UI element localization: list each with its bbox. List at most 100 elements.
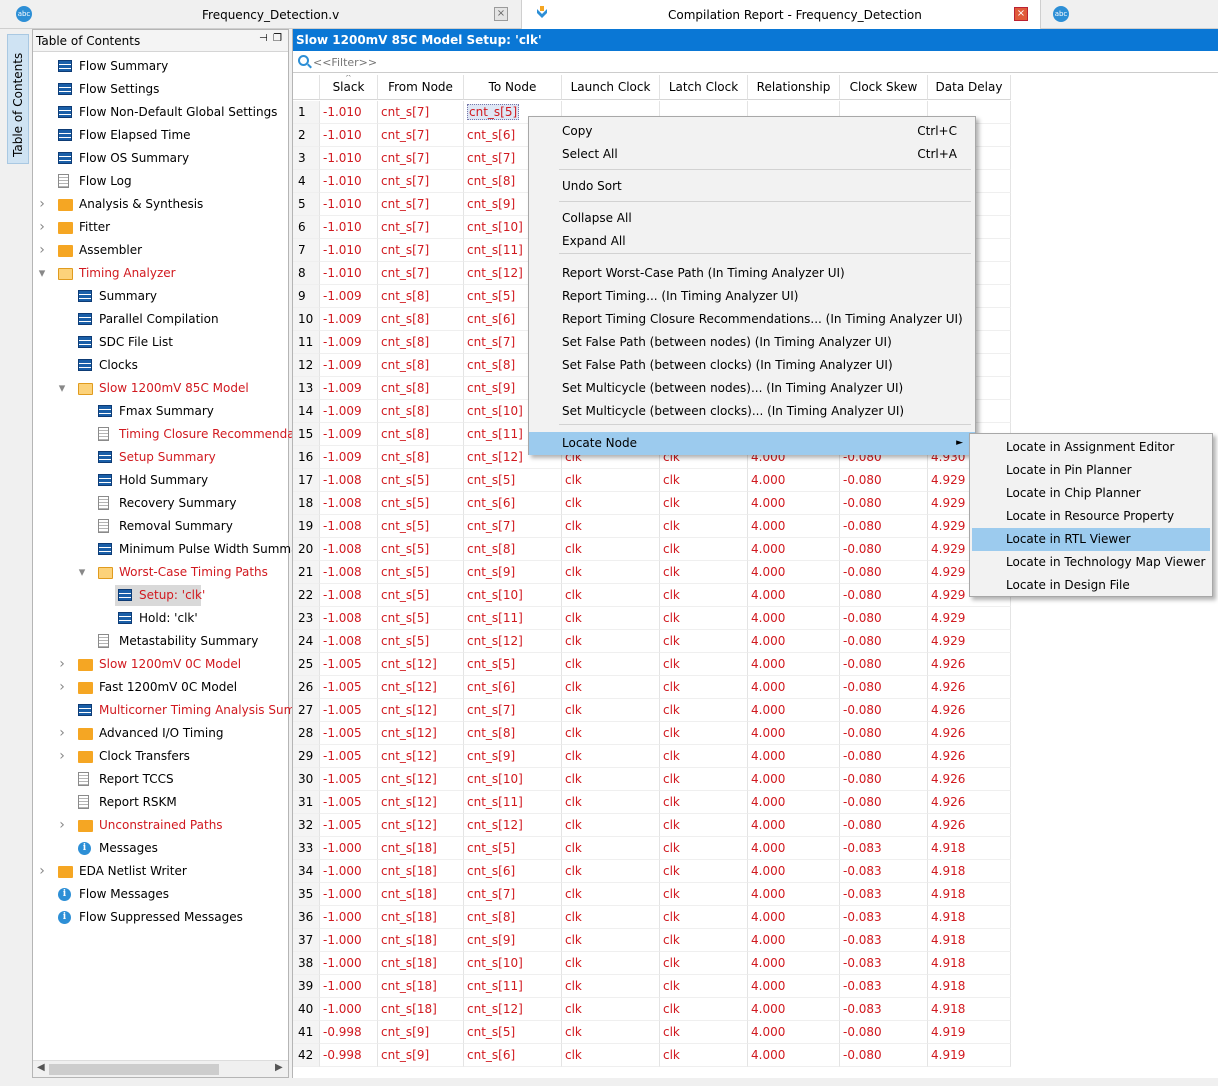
table-cell[interactable]: clk bbox=[660, 1021, 748, 1044]
table-cell[interactable]: cnt_s[8] bbox=[378, 354, 464, 377]
table-cell[interactable]: -1.010 bbox=[320, 170, 378, 193]
table-cell[interactable]: -0.080 bbox=[840, 515, 928, 538]
row-number[interactable]: 30 bbox=[293, 768, 320, 791]
table-cell[interactable]: cnt_s[7] bbox=[378, 101, 464, 124]
context-menu-item[interactable]: Copy Ctrl+C bbox=[529, 120, 975, 143]
table-cell[interactable]: clk bbox=[562, 653, 660, 676]
table-cell[interactable]: clk bbox=[660, 837, 748, 860]
table-cell[interactable]: -1.009 bbox=[320, 308, 378, 331]
toc-item[interactable]: Flow Summary bbox=[33, 55, 288, 78]
toc-item[interactable]: Clocks bbox=[33, 354, 288, 377]
close-tab-icon[interactable]: × bbox=[494, 7, 508, 21]
table-cell[interactable]: 4.918 bbox=[928, 952, 1011, 975]
row-number[interactable]: 2 bbox=[293, 124, 320, 147]
table-cell[interactable]: -0.080 bbox=[840, 676, 928, 699]
table-cell[interactable]: -1.000 bbox=[320, 906, 378, 929]
toc-item[interactable]: Metastability Summary bbox=[33, 630, 288, 653]
toc-item[interactable]: Minimum Pulse Width Summar bbox=[33, 538, 303, 561]
toc-item[interactable]: Multicorner Timing Analysis Summ bbox=[33, 699, 307, 722]
table-cell[interactable]: clk bbox=[562, 975, 660, 998]
table-cell[interactable]: -1.005 bbox=[320, 814, 378, 837]
toc-item[interactable]: Removal Summary bbox=[33, 515, 288, 538]
table-cell[interactable]: clk bbox=[660, 538, 748, 561]
submenu-item[interactable]: Locate in Pin Planner bbox=[972, 459, 1210, 482]
table-cell[interactable]: -1.000 bbox=[320, 975, 378, 998]
row-number[interactable]: 14 bbox=[293, 400, 320, 423]
table-cell[interactable]: cnt_s[5] bbox=[378, 584, 464, 607]
table-cell[interactable]: 4.000 bbox=[748, 676, 840, 699]
table-cell[interactable]: -0.080 bbox=[840, 699, 928, 722]
table-cell[interactable]: clk bbox=[660, 906, 748, 929]
context-menu-item[interactable]: Report Worst-Case Path (In Timing Analyz… bbox=[529, 262, 975, 285]
table-cell[interactable]: -0.083 bbox=[840, 860, 928, 883]
toc-item[interactable]: Hold: 'clk' bbox=[33, 607, 288, 630]
table-cell[interactable]: cnt_s[5] bbox=[464, 653, 562, 676]
table-cell[interactable]: 4.000 bbox=[748, 860, 840, 883]
table-cell[interactable]: 4.000 bbox=[748, 975, 840, 998]
table-cell[interactable]: -1.009 bbox=[320, 377, 378, 400]
table-cell[interactable]: -1.000 bbox=[320, 998, 378, 1021]
row-number[interactable]: 27 bbox=[293, 699, 320, 722]
toc-item[interactable]: i Flow Suppressed Messages bbox=[33, 906, 288, 929]
toc-item[interactable]: › Clock Transfers bbox=[33, 745, 288, 768]
table-cell[interactable]: clk bbox=[562, 515, 660, 538]
table-cell[interactable]: clk bbox=[562, 630, 660, 653]
table-cell[interactable]: cnt_s[12] bbox=[378, 814, 464, 837]
table-cell[interactable]: cnt_s[12] bbox=[464, 814, 562, 837]
table-cell[interactable]: cnt_s[8] bbox=[464, 538, 562, 561]
table-cell[interactable]: cnt_s[8] bbox=[378, 331, 464, 354]
table-cell[interactable]: cnt_s[12] bbox=[378, 699, 464, 722]
row-number[interactable]: 8 bbox=[293, 262, 320, 285]
toc-item[interactable]: › Fitter bbox=[33, 216, 288, 239]
table-cell[interactable]: cnt_s[12] bbox=[464, 998, 562, 1021]
table-cell[interactable]: clk bbox=[660, 860, 748, 883]
row-number[interactable]: 41 bbox=[293, 1021, 320, 1044]
row-number[interactable]: 4 bbox=[293, 170, 320, 193]
toc-item[interactable]: Flow Elapsed Time bbox=[33, 124, 288, 147]
table-cell[interactable]: cnt_s[9] bbox=[378, 1021, 464, 1044]
table-cell[interactable]: 4.000 bbox=[748, 699, 840, 722]
expand-arrow-icon[interactable]: › bbox=[57, 653, 67, 676]
table-cell[interactable]: -0.080 bbox=[840, 653, 928, 676]
table-cell[interactable]: cnt_s[8] bbox=[378, 446, 464, 469]
context-menu-item[interactable]: Expand All bbox=[529, 230, 975, 253]
table-cell[interactable]: cnt_s[18] bbox=[378, 906, 464, 929]
collapse-arrow-icon[interactable]: ▾ bbox=[57, 377, 67, 400]
table-cell[interactable]: -1.008 bbox=[320, 492, 378, 515]
column-header[interactable]: Relationship bbox=[748, 75, 840, 100]
row-number[interactable]: 7 bbox=[293, 239, 320, 262]
row-number[interactable]: 32 bbox=[293, 814, 320, 837]
row-number[interactable]: 28 bbox=[293, 722, 320, 745]
table-cell[interactable]: cnt_s[8] bbox=[464, 906, 562, 929]
table-cell[interactable]: cnt_s[7] bbox=[378, 262, 464, 285]
table-cell[interactable]: cnt_s[7] bbox=[378, 193, 464, 216]
table-cell[interactable]: 4.000 bbox=[748, 538, 840, 561]
table-cell[interactable]: cnt_s[11] bbox=[464, 607, 562, 630]
table-cell[interactable]: clk bbox=[660, 722, 748, 745]
context-menu-item[interactable]: Report Timing... (In Timing Analyzer UI) bbox=[529, 285, 975, 308]
toc-item[interactable]: › Assembler bbox=[33, 239, 288, 262]
table-cell[interactable]: cnt_s[5] bbox=[378, 469, 464, 492]
table-cell[interactable]: -1.000 bbox=[320, 929, 378, 952]
table-cell[interactable]: -0.998 bbox=[320, 1021, 378, 1044]
table-cell[interactable]: -0.080 bbox=[840, 492, 928, 515]
table-cell[interactable]: clk bbox=[660, 929, 748, 952]
row-number[interactable]: 39 bbox=[293, 975, 320, 998]
toc-item[interactable]: Report TCCS bbox=[33, 768, 288, 791]
table-cell[interactable]: -1.008 bbox=[320, 515, 378, 538]
row-number[interactable]: 16 bbox=[293, 446, 320, 469]
table-cell[interactable]: -1.005 bbox=[320, 722, 378, 745]
table-cell[interactable]: 4.000 bbox=[748, 561, 840, 584]
submenu-item[interactable]: Locate in Assignment Editor bbox=[972, 436, 1210, 459]
table-cell[interactable]: -0.080 bbox=[840, 538, 928, 561]
column-header[interactable]: To Node bbox=[464, 75, 562, 100]
row-number[interactable]: 36 bbox=[293, 906, 320, 929]
table-cell[interactable]: -1.010 bbox=[320, 147, 378, 170]
table-cell[interactable]: 4.918 bbox=[928, 929, 1011, 952]
table-cell[interactable]: -1.005 bbox=[320, 745, 378, 768]
table-cell[interactable]: -0.080 bbox=[840, 791, 928, 814]
context-menu-item[interactable]: Undo Sort bbox=[529, 175, 975, 198]
table-cell[interactable]: -0.083 bbox=[840, 883, 928, 906]
row-number[interactable]: 6 bbox=[293, 216, 320, 239]
table-cell[interactable]: clk bbox=[562, 768, 660, 791]
